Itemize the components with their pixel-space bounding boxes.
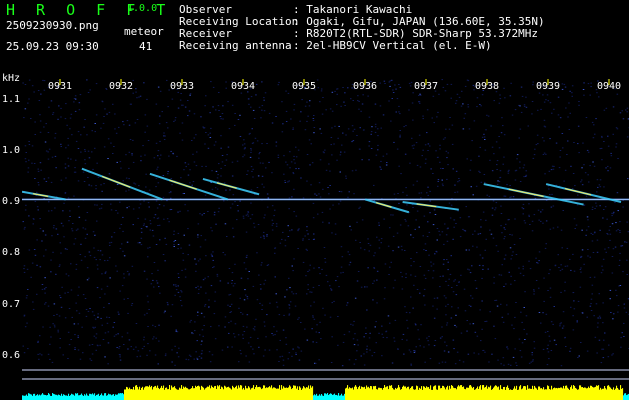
x-tick-label: 0936 [353,81,377,92]
info-value: : 2el-HB9CV Vertical (el. E-W) [293,39,492,52]
app-version: 1.0.0 [127,3,158,14]
x-tick-label: 0940 [597,81,621,92]
x-tick-label: 0937 [414,81,438,92]
datetime: 25.09.23 09:30 [6,40,99,53]
meteor-count: 41 [139,40,153,53]
y-tick-label: 0.8 [2,247,21,259]
axis-unit: kHz [2,73,21,84]
power-strip [22,385,629,400]
x-tick-label: 0932 [109,81,133,92]
info-label: Receiving antenna [179,39,292,52]
plot-background [22,79,629,366]
y-tick-label: 0.7 [2,298,21,310]
file-name: 2509230930.png [6,19,99,32]
info-antenna: Receiving antenna: 2el-HB9CV Vertical (e… [179,40,492,52]
waterfall-spectrogram: 0931 0932 0933 0934 0935 0936 0937 0938 0939 0940 [22,79,629,400]
y-tick-label: 1.0 [2,144,21,156]
x-tick-label: 0939 [536,81,560,92]
x-tick-label: 0931 [48,81,72,92]
x-tick-label: 0935 [292,81,316,92]
x-tick-label: 0934 [231,81,255,92]
header: H R O F F T 1.0.0 2509230930.png meteor … [0,0,629,72]
x-tick-label: 0938 [475,81,499,92]
meteor-label: meteor [124,25,164,38]
x-tick-label: 0933 [170,81,194,92]
y-tick-label: 0.9 [2,196,21,207]
y-tick-label: 1.1 [2,93,21,105]
y-tick-label: 0.6 [2,349,21,361]
